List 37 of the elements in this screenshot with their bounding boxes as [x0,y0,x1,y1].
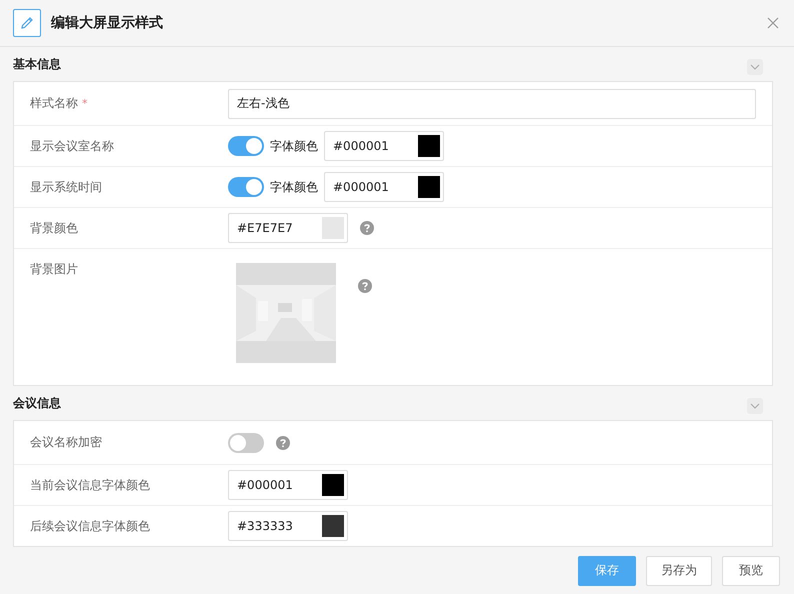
edit-button[interactable] [13,9,41,37]
field-label: 后续会议信息字体颜色 [30,518,150,534]
color-field[interactable]: #000001 [324,131,444,161]
color-swatch[interactable] [322,474,344,496]
toggle-switch[interactable] [228,177,264,197]
section-title: 会议信息 [13,394,61,412]
field-label: 背景颜色 [30,220,78,236]
field-label: 当前会议信息字体颜色 [30,476,150,494]
footer-button[interactable]: 另存为 [646,556,712,586]
color-swatch[interactable] [322,217,344,239]
dialog-title: 编辑大屏显示样式 [51,14,164,32]
color-field[interactable]: #000001 [324,172,444,202]
chevron-down-icon [750,403,760,409]
field-label: 背景图片 [30,261,78,278]
toggle-switch[interactable] [228,136,264,156]
field-label: 样式名称 [30,95,78,112]
collapse-button[interactable] [747,398,763,414]
text-field[interactable]: 左右-浅色 [228,88,756,118]
color-field[interactable]: #333333 [228,511,348,541]
collapse-button[interactable] [747,59,763,75]
pencil-icon [19,15,35,31]
color-field[interactable]: #000001 [228,470,348,500]
section-title: 基本信息 [13,56,61,72]
field-label: 显示会议室名称 [30,138,114,154]
chevron-down-icon [750,64,760,70]
color-swatch[interactable] [418,176,440,198]
footer-button[interactable]: 预览 [722,556,780,586]
required-mark: * [82,97,88,110]
close-button[interactable] [766,16,780,30]
field-label: 显示系统时间 [30,178,102,196]
field-label: 会议名称加密 [30,434,102,451]
color-swatch[interactable] [418,135,440,157]
color-field[interactable]: #E7E7E7 [228,213,348,243]
toggle-switch[interactable] [228,432,264,452]
color-label: 字体颜色 [270,178,318,196]
color-swatch[interactable] [322,515,344,537]
color-label: 字体颜色 [270,138,318,154]
